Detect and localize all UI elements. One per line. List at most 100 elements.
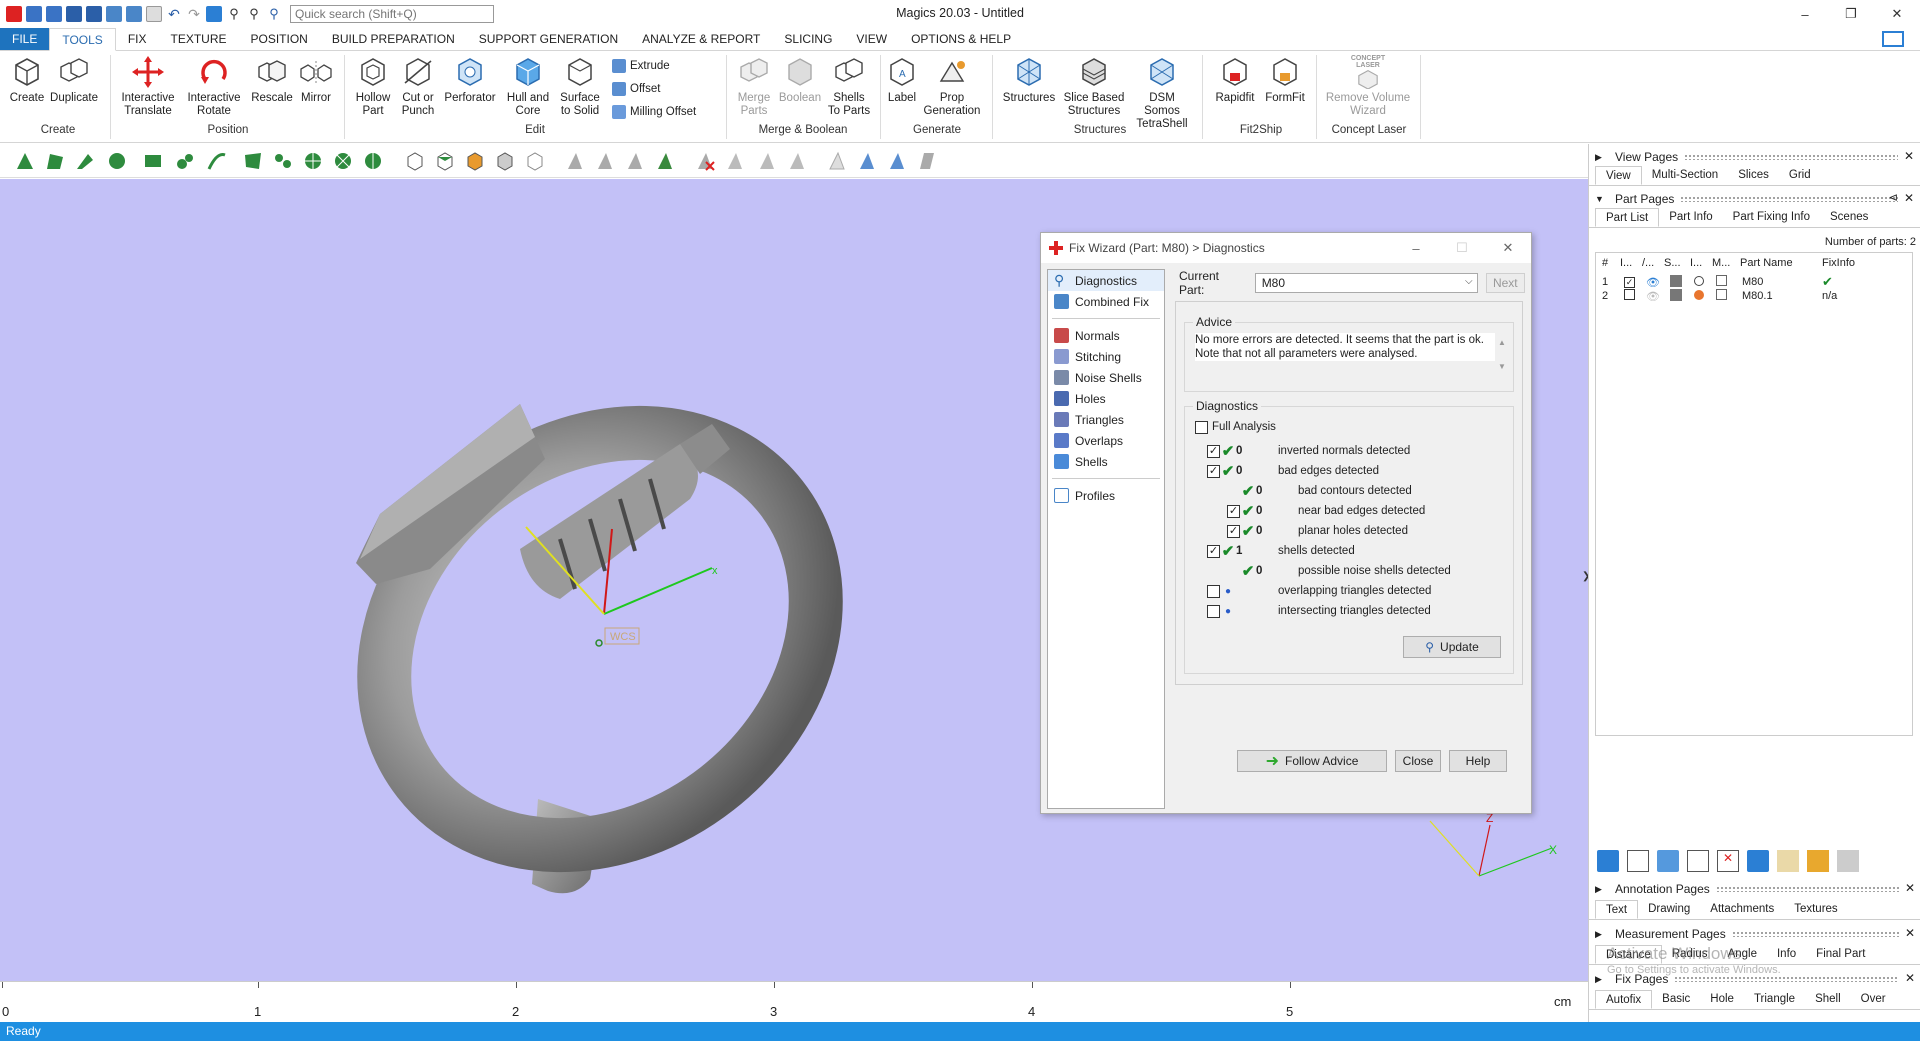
tab-slices[interactable]: Slices	[1728, 166, 1779, 185]
drag-handle[interactable]	[1684, 154, 1898, 160]
select-mode-icon[interactable]	[206, 6, 222, 22]
triangle-tool-2-icon[interactable]	[594, 150, 616, 172]
close-window-button[interactable]: ✕	[1874, 0, 1920, 28]
select-triangle-icon[interactable]	[14, 150, 36, 172]
hollow-part-button[interactable]: Hollow Part	[350, 55, 396, 118]
formfit-button[interactable]: FormFit	[1262, 55, 1308, 105]
triangle-tool-11-icon[interactable]	[916, 150, 938, 172]
triangle-tool-8-icon[interactable]	[826, 150, 848, 172]
export-icon[interactable]	[126, 6, 142, 22]
col-material[interactable]: M...	[1712, 257, 1740, 269]
expand-triangle-icon[interactable]: ▶	[1595, 884, 1607, 895]
redo-icon[interactable]: ↷	[186, 6, 202, 22]
nav-holes[interactable]: Holes	[1048, 388, 1164, 409]
eye-icon[interactable]: 👁	[1646, 276, 1670, 289]
tab-multi-section[interactable]: Multi-Section	[1642, 166, 1728, 185]
select-grid-icon[interactable]	[242, 150, 264, 172]
rescale-button[interactable]: Rescale	[250, 55, 294, 105]
close-icon[interactable]: ✕	[1905, 881, 1915, 895]
select-shell-icon[interactable]	[106, 150, 128, 172]
include-checkbox[interactable]: ✓	[1624, 277, 1635, 288]
delete-part-icon[interactable]	[146, 6, 162, 22]
fix-pages-header[interactable]: ▶ Fix Pages ✕	[1589, 970, 1920, 988]
part-tool-8-icon[interactable]	[1807, 850, 1829, 872]
part-pages-header[interactable]: ▼ Part Pages ⊲ ✕	[1589, 190, 1920, 208]
view-pages-header[interactable]: ▶ View Pages ✕	[1589, 148, 1920, 166]
nav-triangles[interactable]: Triangles	[1048, 409, 1164, 430]
part-tool-1-icon[interactable]	[1597, 850, 1619, 872]
triangle-tool-5-icon[interactable]	[724, 150, 746, 172]
tab-attachments[interactable]: Attachments	[1700, 900, 1784, 919]
tab-basic[interactable]: Basic	[1652, 990, 1700, 1009]
tab-final-part[interactable]: Final Part	[1806, 945, 1875, 964]
tab-file[interactable]: FILE	[0, 28, 50, 50]
zoom-fit-icon[interactable]: ⚲	[246, 6, 262, 22]
tab-scenes[interactable]: Scenes	[1820, 208, 1878, 227]
delete-triangles-icon[interactable]	[694, 150, 716, 172]
interactive-translate-button[interactable]: Interactive Translate	[118, 55, 178, 118]
nav-normals[interactable]: Normals	[1048, 325, 1164, 346]
annotation-pages-header[interactable]: ▶ Annotation Pages ✕	[1589, 880, 1920, 898]
dialog-minimize-button[interactable]: –	[1393, 233, 1439, 263]
checkbox[interactable]	[1207, 604, 1220, 618]
triangle-tool-9-icon[interactable]	[856, 150, 878, 172]
duplicate-button[interactable]: Duplicate	[50, 55, 98, 105]
mirror-button[interactable]: Mirror	[296, 55, 336, 105]
tab-autofix[interactable]: Autofix	[1595, 990, 1653, 1009]
pin-icon[interactable]: ⊲	[1889, 191, 1898, 204]
select-connected-icon[interactable]	[272, 150, 294, 172]
merge-parts-button[interactable]: Merge Parts	[732, 55, 776, 118]
measurement-pages-header[interactable]: ▶ Measurement Pages ✕	[1589, 925, 1920, 943]
shading-icon[interactable]	[1670, 274, 1694, 290]
ribbon-toggle-icon[interactable]	[1882, 31, 1904, 47]
select-plane-icon[interactable]	[44, 150, 66, 172]
close-icon[interactable]: ✕	[1905, 971, 1915, 985]
tab-part-fixing-info[interactable]: Part Fixing Info	[1723, 208, 1820, 227]
remove-volume-wizard-button[interactable]: CONCEPT LASER Remove Volume Wizard	[1324, 55, 1412, 118]
nav-shells[interactable]: Shells	[1048, 451, 1164, 472]
app-logo-icon[interactable]	[6, 6, 22, 22]
tab-view-page[interactable]: View	[1595, 166, 1642, 185]
tab-hole[interactable]: Hole	[1700, 990, 1744, 1009]
new-file-icon[interactable]	[26, 6, 42, 22]
current-part-select[interactable]: M80 ⌵	[1254, 273, 1478, 293]
col-i[interactable]: I...	[1690, 257, 1712, 269]
tab-text[interactable]: Text	[1595, 900, 1639, 919]
eye-icon[interactable]: 👁	[1646, 290, 1670, 303]
expand-triangle-icon[interactable]: ▶	[1595, 929, 1607, 940]
shells-to-parts-button[interactable]: Shells To Parts	[826, 55, 872, 118]
hull-and-core-button[interactable]: Hull and Core	[502, 55, 554, 118]
prop-generation-button[interactable]: Prop Generation	[922, 55, 982, 118]
triangle-tool-10-icon[interactable]	[886, 150, 908, 172]
shading-icon[interactable]	[1670, 288, 1694, 304]
expand-triangle-icon[interactable]: ▶	[1595, 152, 1607, 163]
expand-triangle-icon[interactable]: ▶	[1595, 974, 1607, 985]
full-analysis-checkbox[interactable]: Full Analysis	[1195, 419, 1276, 435]
checkbox[interactable]: ✓	[1207, 464, 1220, 478]
part-tool-7-icon[interactable]	[1777, 850, 1799, 872]
quick-search-input[interactable]	[290, 5, 494, 23]
triangle-tool-6-icon[interactable]	[756, 150, 778, 172]
part-tool-3-icon[interactable]	[1657, 850, 1679, 872]
help-button[interactable]: Help	[1449, 750, 1507, 772]
checkbox[interactable]: ✓	[1207, 444, 1220, 458]
col-visible[interactable]: /...	[1642, 257, 1664, 269]
table-row[interactable]: 1 ✓ 👁 M80 ✔	[1602, 274, 1862, 290]
tab-part-list[interactable]: Part List	[1595, 208, 1660, 227]
nav-diagnostics[interactable]: ⚲ Diagnostics	[1048, 270, 1164, 291]
tab-shell[interactable]: Shell	[1805, 990, 1851, 1009]
nav-overlaps[interactable]: Overlaps	[1048, 430, 1164, 451]
follow-advice-button[interactable]: ➜ Follow Advice	[1237, 750, 1387, 772]
save-all-icon[interactable]	[86, 6, 102, 22]
col-shading[interactable]: S...	[1664, 257, 1690, 269]
milling-offset-button[interactable]: Milling Offset	[612, 105, 696, 119]
offset-button[interactable]: Offset	[612, 82, 660, 96]
close-icon[interactable]: ✕	[1904, 149, 1914, 163]
nav-combined-fix[interactable]: Combined Fix	[1048, 291, 1164, 312]
nav-profiles[interactable]: Profiles	[1048, 485, 1164, 506]
checkbox[interactable]: ✓	[1227, 504, 1240, 518]
select-surface-icon[interactable]	[74, 150, 96, 172]
part-tool-2-icon[interactable]	[1627, 850, 1649, 872]
drag-handle[interactable]	[1715, 886, 1899, 892]
part-tool-9-icon[interactable]	[1837, 850, 1859, 872]
